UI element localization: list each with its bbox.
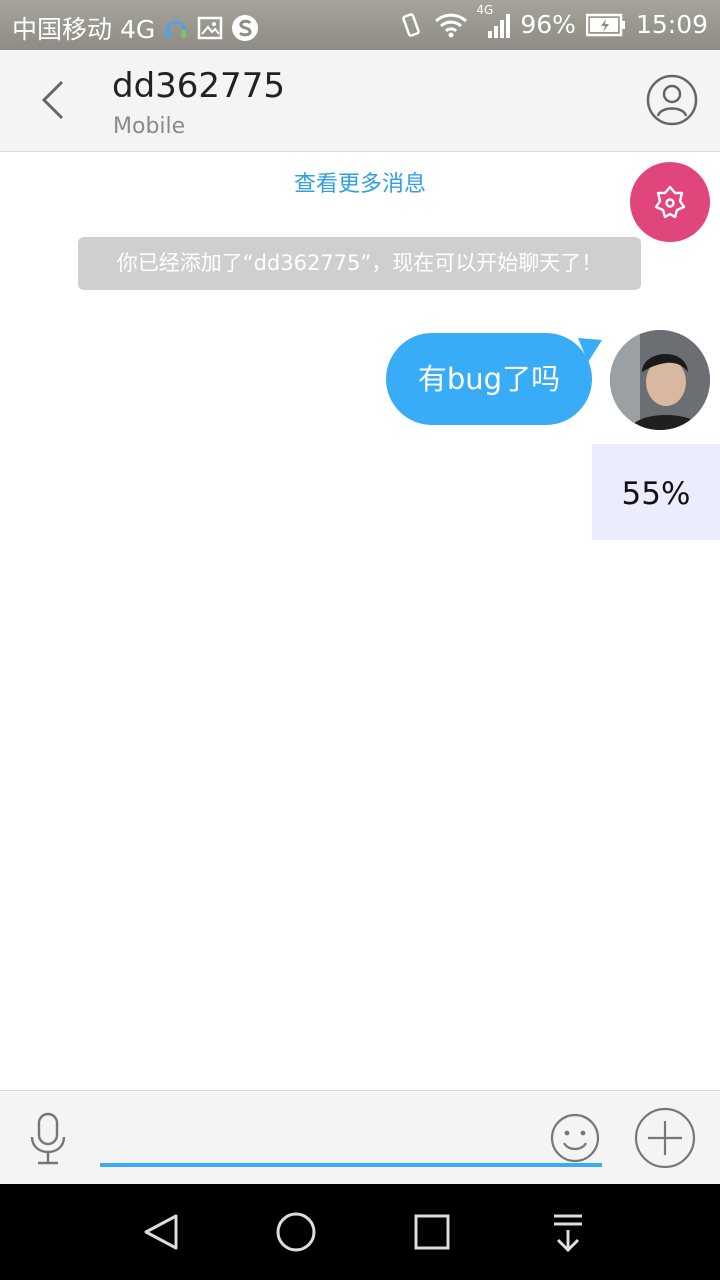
back-chevron-icon[interactable] [36, 78, 72, 122]
status-left: 中国移动 4G [12, 10, 259, 46]
status-bar: 中国移动 4G 4G 96% 15:09 [0, 0, 720, 50]
contact-status: Mobile [113, 114, 186, 139]
message-input[interactable] [100, 1109, 602, 1167]
image-icon [197, 15, 223, 41]
pull-down-icon[interactable] [546, 1210, 590, 1254]
flower-icon[interactable] [630, 162, 710, 242]
chat-header: dd362775 Mobile [0, 50, 720, 152]
triangle-back-icon[interactable] [140, 1210, 184, 1254]
system-nav-bar [0, 1184, 720, 1280]
wifi-icon [434, 12, 468, 38]
square-recent-icon[interactable] [410, 1210, 454, 1254]
message-bubble-outgoing[interactable]: 有bug了吗 [386, 333, 592, 425]
network-type-label: 4G [476, 2, 494, 17]
microphone-icon[interactable] [28, 1111, 68, 1167]
contact-name: dd362775 [112, 66, 285, 106]
load-more-link[interactable]: 查看更多消息 [0, 166, 720, 198]
headset-icon [163, 15, 189, 41]
carrier-label: 中国移动 4G [12, 15, 156, 44]
person-icon[interactable] [646, 74, 698, 126]
system-message: 你已经添加了“dd362775”，现在可以开始聊天了！ [78, 237, 641, 290]
input-bar [0, 1090, 720, 1185]
app-s-icon [231, 14, 259, 42]
status-right: 4G 96% 15:09 [398, 3, 708, 39]
avatar[interactable] [610, 330, 710, 430]
battery-icon [585, 13, 626, 37]
smiley-icon[interactable] [550, 1113, 600, 1163]
vibrate-icon [398, 12, 424, 38]
signal-icon: 4G [476, 3, 511, 39]
battery-percent: 96% [520, 10, 576, 39]
circle-home-icon[interactable] [274, 1210, 318, 1254]
plus-icon[interactable] [634, 1107, 696, 1169]
upload-progress-label: 55% [592, 444, 720, 540]
clock: 15:09 [635, 10, 708, 39]
